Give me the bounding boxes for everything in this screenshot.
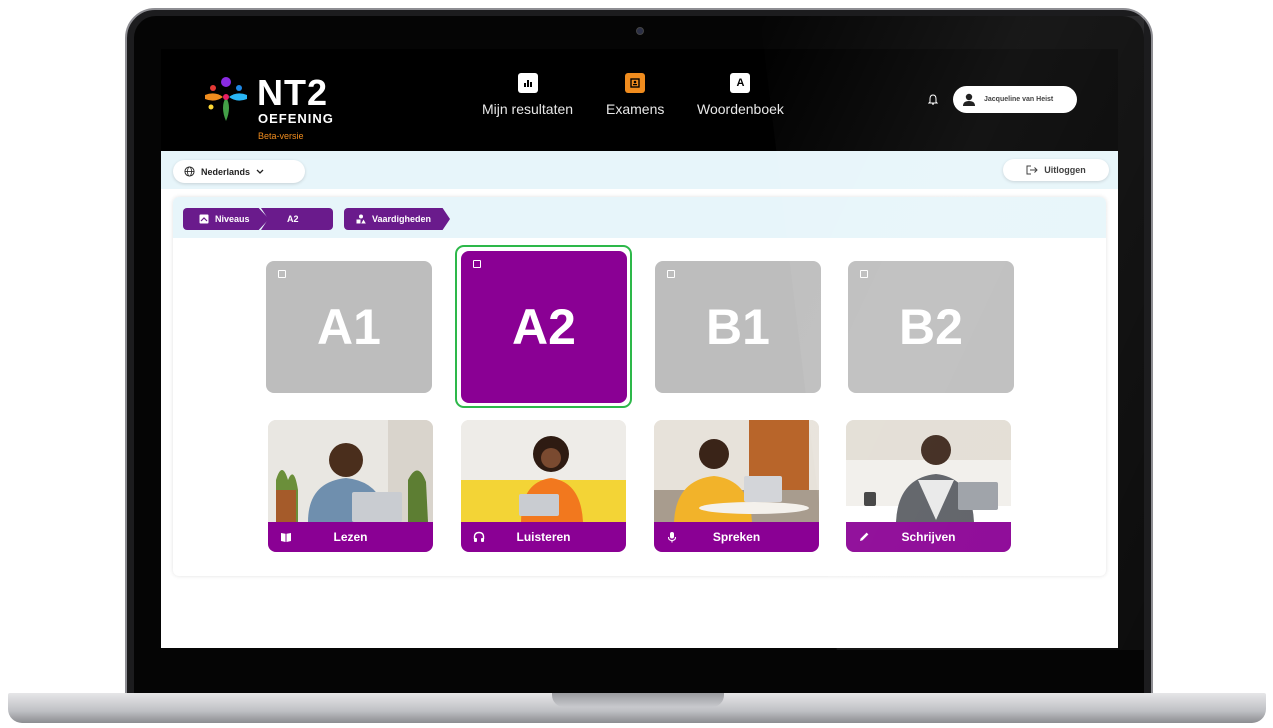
skill-label: Spreken — [712, 530, 761, 544]
breadcrumb-item-vaardigheden[interactable]: Vaardigheden — [344, 208, 450, 230]
level-tile-a1[interactable]: A1 — [266, 261, 432, 393]
globe-icon — [184, 166, 195, 177]
microphone-icon — [667, 532, 677, 543]
logo-flower-icon — [205, 77, 247, 121]
level-icon — [860, 270, 868, 278]
logo-title: NT2 — [257, 72, 329, 113]
webcam — [636, 27, 644, 35]
skills-icon — [356, 214, 366, 224]
skill-bar: Lezen — [268, 522, 433, 552]
content-card: A2 Niveaus Vaardigheden A1 A2 B1 B2 Leze… — [173, 197, 1106, 576]
skill-photo-writing — [846, 420, 1011, 522]
skill-tile-spreken[interactable]: Spreken — [654, 420, 819, 552]
chart-icon — [517, 73, 538, 93]
breadcrumb-label: A2 — [287, 214, 299, 224]
language-label: Nederlands — [201, 166, 251, 177]
level-tile-b2[interactable]: B2 — [848, 261, 1014, 393]
app-screen: NT2 OEFENING Beta-versie Mijn resultaten… — [161, 49, 1118, 648]
skill-bar: Spreken — [654, 522, 819, 552]
breadcrumb-label: Niveaus — [215, 214, 250, 224]
logout-label: Uitloggen — [1044, 165, 1086, 175]
beta-badge: Beta-versie — [258, 131, 304, 141]
breadcrumb-label: Vaardigheden — [372, 214, 432, 224]
skill-bar: Luisteren — [461, 522, 626, 552]
skill-label: Luisteren — [516, 530, 571, 544]
level-label: B1 — [706, 299, 770, 355]
level-icon — [667, 270, 675, 278]
nav-examens[interactable]: Examens — [606, 73, 664, 117]
level-icon — [473, 260, 481, 268]
level-tile-b1[interactable]: B1 — [655, 261, 821, 393]
skill-tile-luisteren[interactable]: Luisteren — [461, 420, 626, 552]
breadcrumb-item-a2[interactable]: A2 — [261, 208, 333, 230]
user-menu-button[interactable]: Jacqueline van Heist — [953, 86, 1077, 113]
laptop-base-notch — [552, 693, 724, 707]
level-tile-a2[interactable]: A2 — [461, 251, 627, 403]
nav-label: Examens — [606, 101, 665, 117]
level-icon — [278, 270, 286, 278]
app-header: NT2 OEFENING Beta-versie Mijn resultaten… — [161, 49, 1118, 151]
levels-icon — [199, 214, 209, 224]
nav-label: Mijn resultaten — [482, 101, 574, 117]
language-select[interactable]: Nederlands — [173, 160, 305, 183]
level-label: A1 — [317, 299, 381, 355]
breadcrumb-item-niveaus[interactable]: Niveaus — [183, 208, 269, 230]
nav-label: Woordenboek — [697, 101, 784, 117]
chevron-down-icon — [256, 169, 264, 174]
skill-label: Schrijven — [901, 530, 956, 544]
user-name: Jacqueline van Heist — [984, 96, 1054, 103]
logo-subtitle: OEFENING — [258, 111, 334, 126]
breadcrumb: A2 Niveaus Vaardigheden — [173, 197, 1106, 238]
book-icon — [281, 533, 291, 542]
skill-tile-schrijven[interactable]: Schrijven — [846, 420, 1011, 552]
nav-woordenboek[interactable]: A Woordenboek — [697, 73, 784, 117]
level-label: A2 — [512, 299, 576, 355]
headphones-icon — [473, 531, 485, 542]
skill-bar: Schrijven — [846, 522, 1011, 552]
logout-icon — [1026, 165, 1038, 175]
logo[interactable]: NT2 OEFENING Beta-versie — [201, 73, 351, 143]
dictionary-icon: A — [730, 73, 751, 93]
level-label: B2 — [899, 299, 963, 355]
skill-photo-speaking — [654, 420, 819, 522]
skill-photo-reading — [268, 420, 433, 522]
skill-tile-lezen[interactable]: Lezen — [268, 420, 433, 552]
exam-icon — [625, 73, 646, 93]
logout-button[interactable]: Uitloggen — [1003, 159, 1109, 181]
nav-mijn-resultaten[interactable]: Mijn resultaten — [482, 73, 573, 117]
bell-icon[interactable] — [927, 94, 942, 108]
user-avatar-icon — [962, 93, 976, 107]
skill-label: Lezen — [333, 530, 368, 544]
sub-toolbar: Nederlands Uitloggen — [161, 151, 1118, 189]
skill-photo-listening — [461, 420, 626, 522]
pencil-icon — [860, 532, 869, 541]
